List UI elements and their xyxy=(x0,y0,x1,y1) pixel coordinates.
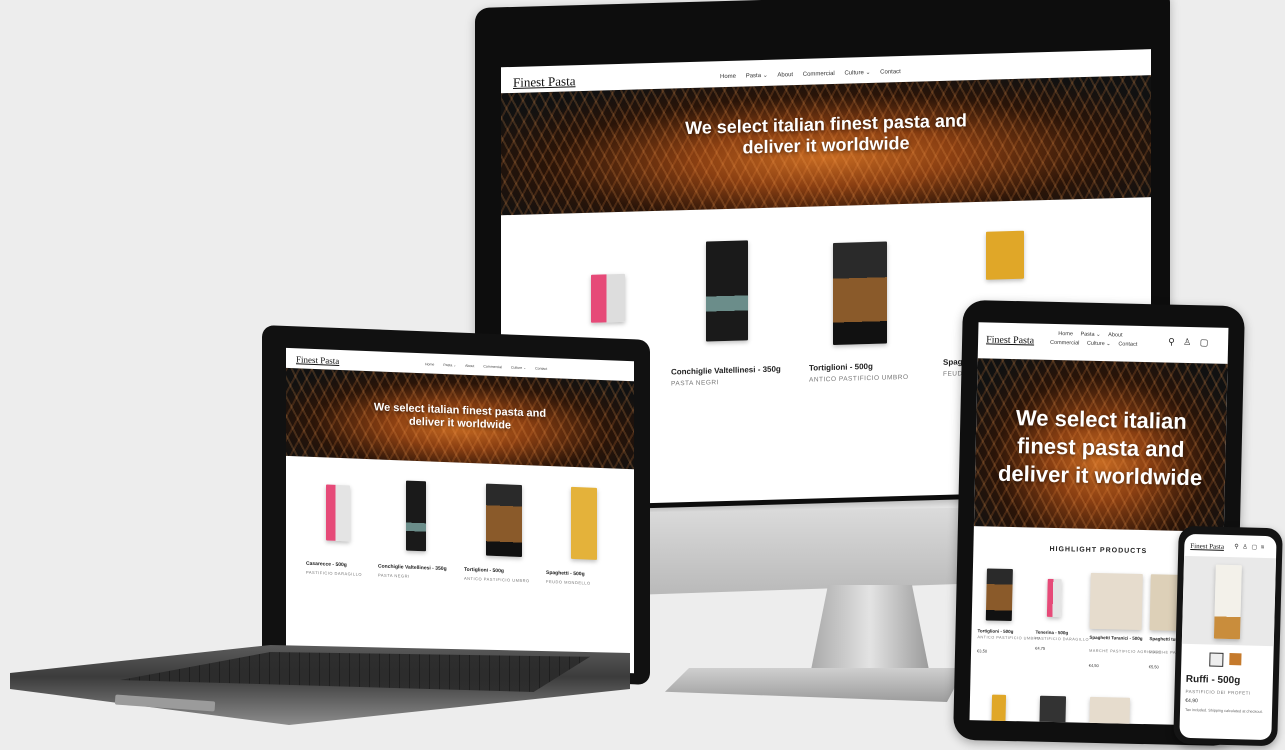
product-image-spaghetti-turanici[interactable] xyxy=(1089,572,1143,630)
header-icons: ⚲ ♙ ▢ xyxy=(1168,337,1208,349)
cart-icon[interactable]: ▢ xyxy=(1251,544,1257,551)
product-brand: PASTA NEGRI xyxy=(378,572,410,579)
product-title[interactable]: Tenerina - 500g xyxy=(1035,630,1068,636)
main-nav: Home Pasta ⌄ About Commercial Culture ⌄ … xyxy=(716,68,905,80)
search-icon[interactable]: ⚲ xyxy=(1076,49,1083,52)
product-image-casarecce[interactable] xyxy=(326,484,350,542)
nav-commercial[interactable]: Commercial xyxy=(1050,340,1079,347)
product-brand: PASTIFICIO DARAGILLO xyxy=(306,569,362,577)
cart-icon[interactable]: ▢ xyxy=(1200,337,1209,348)
search-icon[interactable]: ⚲ xyxy=(1234,543,1239,550)
product-brand: ANTICO PASTIFICIO UMBRO xyxy=(809,373,909,384)
product-image-tenerina[interactable] xyxy=(1046,578,1062,618)
account-icon[interactable]: ♙ xyxy=(1183,337,1191,348)
product-title[interactable]: Spaghetti - 500g xyxy=(546,570,585,577)
product-image-tortiglioni[interactable] xyxy=(486,483,522,557)
account-icon[interactable]: ♙ xyxy=(1090,49,1098,52)
product-price: €4,75 xyxy=(1035,645,1046,651)
product-title[interactable]: Tortiglioni - 500g xyxy=(464,567,504,575)
tax-note: Tax included. Shipping calculated at che… xyxy=(1184,707,1263,714)
product-price: €5,50 xyxy=(1148,664,1159,670)
tablet-nav: Home Pasta ⌄ About Commercial Culture ⌄ … xyxy=(1050,330,1141,350)
laptop-screen: Finest Pasta Home Pasta ⌄ About Commerci… xyxy=(286,347,634,674)
header-icons: ⚲ ♙ ▢ xyxy=(1076,49,1114,52)
product-image-tortiglioni[interactable] xyxy=(833,241,887,346)
site-logo[interactable]: Finest Pasta xyxy=(513,73,575,91)
product-image-casarecce[interactable] xyxy=(591,273,625,323)
product-title[interactable]: Tortiglioni - 500g xyxy=(977,628,1013,634)
product-image-row2b[interactable] xyxy=(1039,695,1067,726)
nav-contact[interactable]: Contact xyxy=(535,366,547,370)
product-price: €4,90 xyxy=(1185,697,1198,705)
product-image-spaghetti[interactable] xyxy=(571,486,597,560)
nav-pasta[interactable]: Pasta ⌄ xyxy=(443,363,456,367)
laptop-lid: Finest Pasta Home Pasta ⌄ About Commerci… xyxy=(262,325,650,685)
site-logo[interactable]: Finest Pasta xyxy=(1190,542,1224,551)
nav-culture[interactable]: Culture ⌄ xyxy=(511,366,526,371)
product-main-image xyxy=(1181,555,1277,647)
hero-heading: We select italian finest pasta and deliv… xyxy=(373,401,547,432)
monitor-base xyxy=(665,668,965,702)
nav-culture[interactable]: Culture ⌄ xyxy=(1087,341,1111,348)
product-brand: ANTICO PASTIFICIO UMBRO xyxy=(977,635,1041,641)
product-image-row2c[interactable] xyxy=(1089,696,1131,726)
hero-banner: We select italian finest pasta and deliv… xyxy=(973,358,1228,532)
product-brand: FEUDO MONDELLO xyxy=(546,578,591,586)
thumbnail-2[interactable] xyxy=(1229,653,1242,666)
hero-banner: We select italian finest pasta and deliv… xyxy=(286,367,634,470)
product-image-conchiglie[interactable] xyxy=(706,240,748,342)
product-price: €3,50 xyxy=(977,648,988,654)
nav-culture[interactable]: Culture ⌄ xyxy=(844,70,870,77)
nav-home[interactable]: Home xyxy=(425,362,434,366)
phone-frame: Finest Pasta ⚲ ♙ ▢ ≡ Ruffi - 500g PASTIF… xyxy=(1173,525,1283,747)
nav-pasta[interactable]: Pasta ⌄ xyxy=(746,73,768,80)
product-brand: ANTICO PASTIFICIO UMBRO xyxy=(464,575,530,584)
product-package xyxy=(1213,564,1242,640)
hero-heading: We select italian finest pasta and deliv… xyxy=(685,110,967,158)
header-icons: ⚲ ♙ ▢ ≡ xyxy=(1234,543,1264,551)
search-icon[interactable]: ⚲ xyxy=(1168,337,1175,348)
product-title[interactable]: Casarecce - 500g xyxy=(306,561,347,569)
nav-home[interactable]: Home xyxy=(1058,331,1073,337)
product-brand: PASTA NEGRI xyxy=(671,379,719,388)
nav-about[interactable]: About xyxy=(777,72,793,78)
nav-home[interactable]: Home xyxy=(720,74,736,80)
thumbnail-1[interactable] xyxy=(1209,652,1224,667)
product-title[interactable]: Spaghetti Turanici - 500g xyxy=(1089,635,1142,641)
product-title[interactable]: Tortiglioni - 500g xyxy=(809,362,873,373)
nav-about[interactable]: About xyxy=(465,364,474,368)
product-brand: PASTIFICIO DARAGILLO xyxy=(1035,636,1090,642)
menu-icon[interactable]: ≡ xyxy=(1261,545,1265,551)
nav-commercial[interactable]: Commercial xyxy=(483,365,502,370)
account-icon[interactable]: ♙ xyxy=(1242,543,1248,550)
product-brand: PASTIFICIO DEI PROFETI xyxy=(1185,688,1251,696)
nav-contact[interactable]: Contact xyxy=(880,69,901,76)
nav-contact[interactable]: Contact xyxy=(1118,341,1137,347)
phone-screen: Finest Pasta ⚲ ♙ ▢ ≡ Ruffi - 500g PASTIF… xyxy=(1179,533,1277,741)
product-title[interactable]: Conchiglie Valtellinesi - 350g xyxy=(378,563,447,572)
product-title: Ruffi - 500g xyxy=(1185,673,1241,687)
product-title[interactable]: Conchiglie Valtellinesi - 350g xyxy=(671,364,781,376)
nav-commercial[interactable]: Commercial xyxy=(803,71,835,78)
main-nav: Home Pasta ⌄ About Commercial Culture ⌄ … xyxy=(421,362,551,371)
product-image-spaghetti[interactable] xyxy=(986,230,1024,280)
product-image-tortiglioni[interactable] xyxy=(985,568,1013,622)
hero-heading: We select italian finest pasta and deliv… xyxy=(997,405,1203,491)
nav-about[interactable]: About xyxy=(1108,332,1123,338)
cart-icon[interactable]: ▢ xyxy=(1106,49,1115,51)
monitor-stand xyxy=(810,585,930,675)
site-logo[interactable]: Finest Pasta xyxy=(986,334,1034,346)
product-image-conchiglie[interactable] xyxy=(406,480,426,552)
product-image-row2a[interactable] xyxy=(991,694,1007,725)
nav-pasta[interactable]: Pasta ⌄ xyxy=(1080,332,1100,338)
hero-banner: We select italian finest pasta and deliv… xyxy=(501,75,1151,216)
site-logo[interactable]: Finest Pasta xyxy=(296,354,339,366)
product-price: €4,50 xyxy=(1088,662,1099,669)
